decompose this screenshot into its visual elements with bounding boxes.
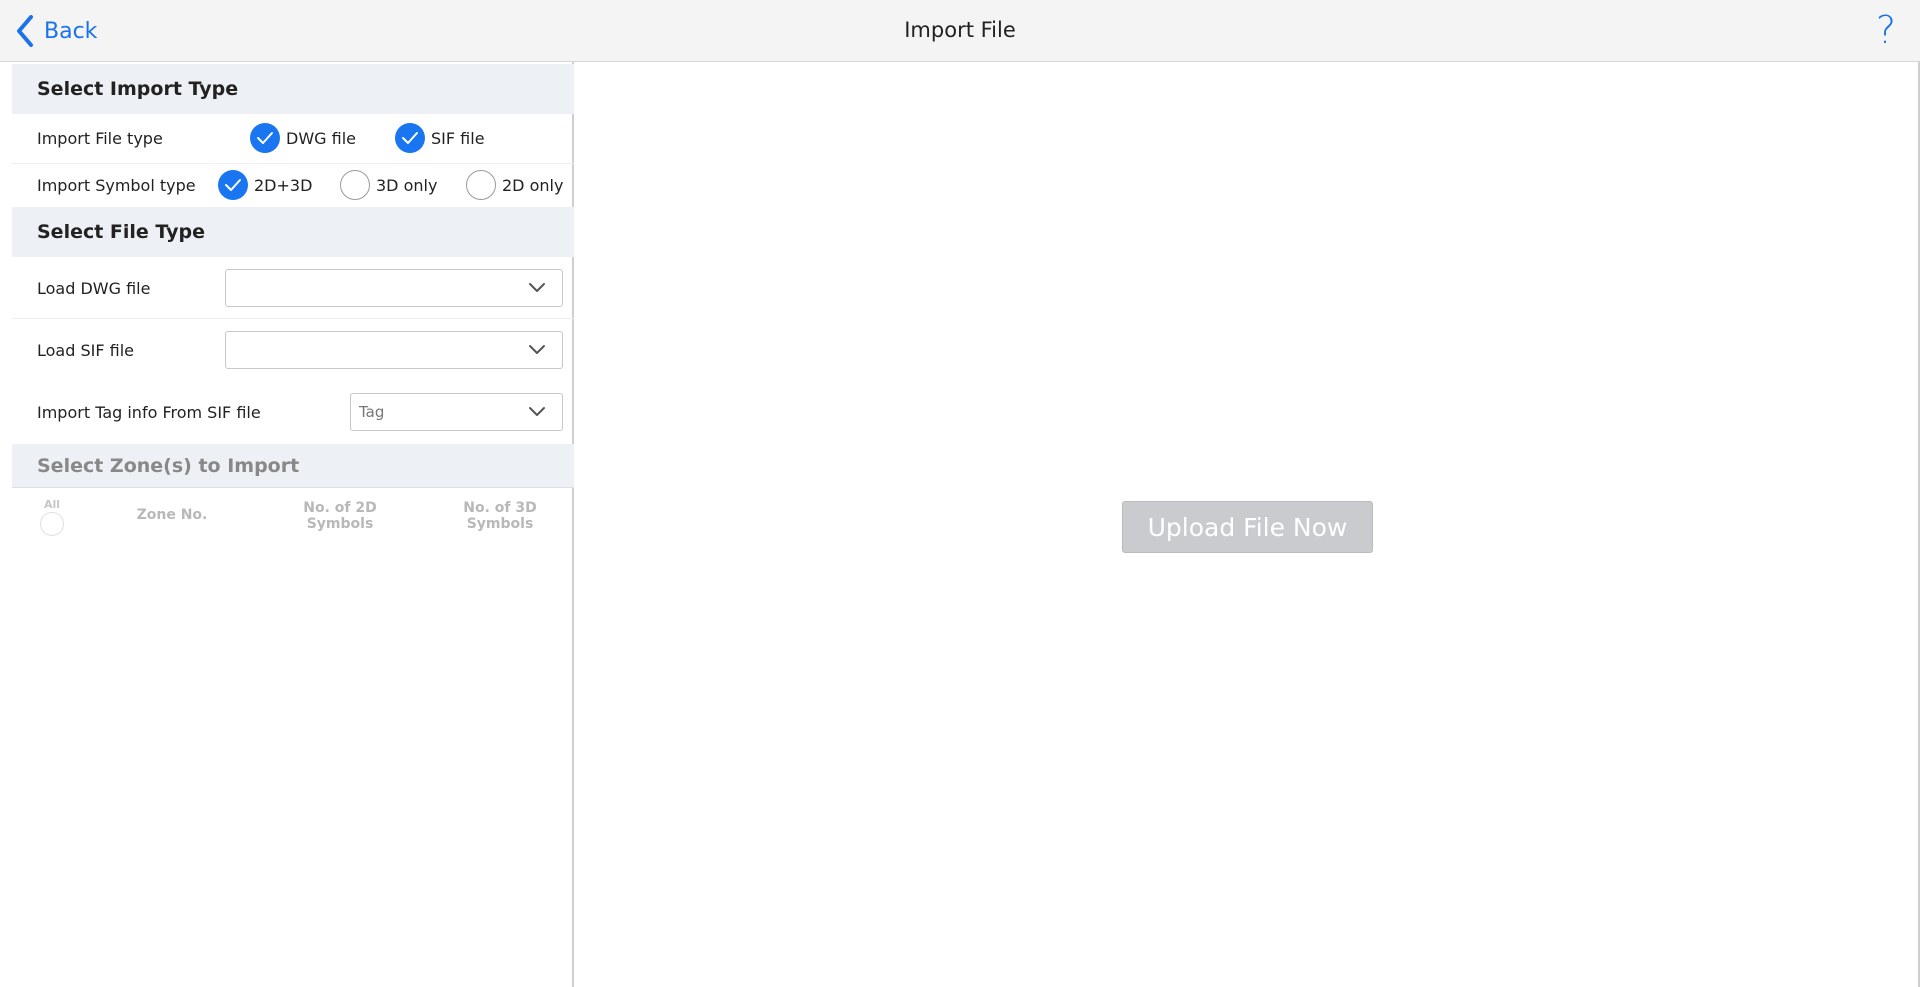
import-symbol-type-label: Import Symbol type [37,176,196,195]
help-icon[interactable]: ? [1876,8,1896,52]
zones-table-header: All Zone No. No. of 2D Symbols No. of 3D… [12,486,574,546]
section-file-type-heading: Select File Type [12,207,574,257]
import-file-type-label: Import File type [37,129,163,148]
section-import-type-heading: Select Import Type [12,64,574,114]
dwg-file-select[interactable] [225,269,563,307]
chevron-down-icon [529,283,545,292]
select-all-radio[interactable] [40,512,64,536]
tag-select[interactable]: Tag [350,393,563,431]
row-import-tag: Import Tag info From SIF file Tag [12,381,574,444]
2d-3d-label: 2D+3D [254,175,313,195]
row-import-file-type: Import File type DWG file SIF file [12,114,574,164]
row-load-sif: Load SIF file [12,319,574,381]
page-title: Import File [904,18,1016,42]
checkbox-dwg-file[interactable]: DWG file [250,123,356,153]
import-tag-label: Import Tag info From SIF file [37,403,261,422]
check-icon [218,170,248,200]
dwg-file-label: DWG file [286,128,356,148]
section-zones-heading: Select Zone(s) to Import [12,444,574,488]
load-dwg-label: Load DWG file [37,279,151,298]
check-icon [395,123,425,153]
radio-empty-icon [466,170,496,200]
upload-file-button[interactable]: Upload File Now [1122,501,1373,553]
2d-only-label: 2D only [502,175,564,195]
tag-value: Tag [359,403,385,421]
checkbox-sif-file[interactable]: SIF file [395,123,485,153]
check-icon [250,123,280,153]
all-label: All [44,498,61,511]
col-zone-no: Zone No. [136,507,208,523]
row-load-dwg: Load DWG file [12,257,574,319]
row-import-symbol-type: Import Symbol type 2D+3D 3D only 2D only [12,164,574,207]
radio-3d-only[interactable]: 3D only [340,170,437,200]
chevron-down-icon [529,345,545,354]
sif-file-select[interactable] [225,331,563,369]
top-bar: Back Import File ? [0,0,1920,62]
radio-empty-icon [340,170,370,200]
radio-2d-3d[interactable]: 2D+3D [218,170,312,200]
3d-only-label: 3D only [376,175,438,195]
load-sif-label: Load SIF file [37,341,134,360]
chevron-down-icon [529,407,545,416]
col-3d-symbols: No. of 3D Symbols [463,500,537,532]
col-2d-symbols: No. of 2D Symbols [303,500,377,532]
sif-file-label: SIF file [431,128,485,148]
radio-2d-only[interactable]: 2D only [466,170,563,200]
